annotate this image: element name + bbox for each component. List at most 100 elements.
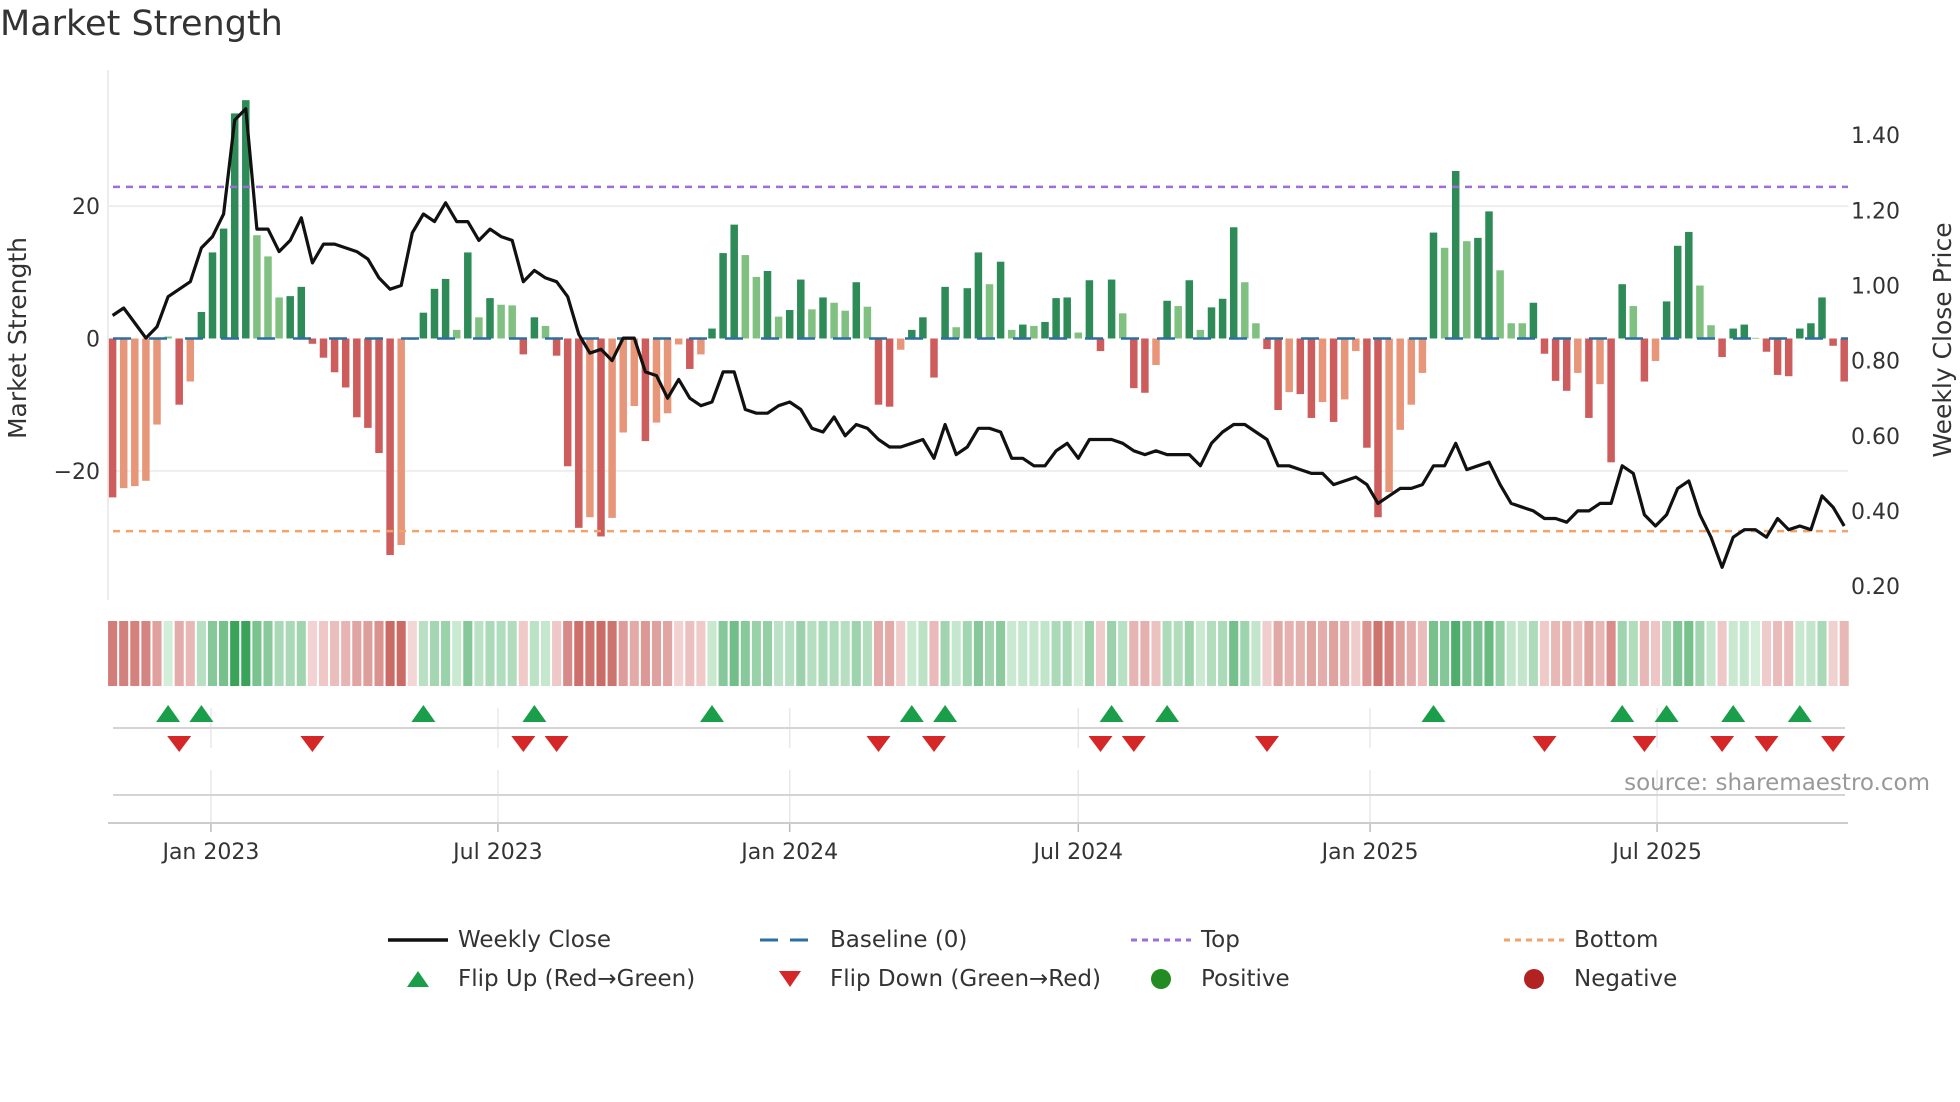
- flip-up-marker: [189, 705, 214, 722]
- strength-bar-positive: [208, 252, 217, 339]
- heat-cell: [1595, 621, 1605, 686]
- heat-cell: [1184, 621, 1194, 686]
- y-right-tick-label: 1.20: [1851, 199, 1900, 224]
- heat-cell: [330, 621, 340, 686]
- strength-bar-negative: [519, 338, 528, 355]
- strength-bar-positive: [1685, 231, 1693, 339]
- flip-down-marker: [511, 736, 536, 752]
- strength-bar-positive: [1118, 313, 1127, 339]
- strength-bar-negative: [1418, 338, 1427, 373]
- strength-bar-negative: [1784, 338, 1793, 377]
- legend-baseline: Baseline (0): [760, 925, 967, 955]
- heat-cell: [1173, 621, 1183, 686]
- x-tick-label: Jan 2023: [160, 840, 259, 865]
- flip-down-marker: [1121, 736, 1146, 752]
- strength-bar-positive: [1673, 245, 1682, 339]
- heat-cell: [1839, 621, 1849, 686]
- strength-bar-negative: [319, 338, 328, 358]
- heat-cell: [363, 621, 373, 686]
- heat-cell: [552, 621, 562, 686]
- y-tick-label: −20: [54, 460, 100, 485]
- heat-cell: [1029, 621, 1039, 686]
- heat-cell: [762, 621, 773, 686]
- strength-bar-positive: [452, 329, 461, 339]
- heat-cell: [1295, 621, 1305, 686]
- strength-bar-positive: [430, 288, 439, 339]
- strength-bar-positive: [741, 255, 750, 339]
- strength-bar-negative: [1130, 338, 1138, 389]
- heat-cell: [285, 621, 295, 686]
- heat-cell: [585, 621, 595, 686]
- strength-bar-positive: [441, 278, 450, 339]
- x-tick-label: Jan 2025: [1320, 840, 1419, 865]
- legend-flip-down: Flip Down (Green→Red): [760, 964, 1101, 994]
- heat-cell: [540, 621, 551, 686]
- heat-cell: [1628, 621, 1638, 686]
- heat-cell: [1140, 621, 1150, 686]
- legend-top: Top: [1131, 925, 1240, 955]
- strength-bar-negative: [1596, 338, 1604, 385]
- strength-bar-positive: [708, 328, 716, 339]
- strength-bar-negative: [1374, 338, 1382, 518]
- legend-label: Flip Up (Red→Green): [458, 966, 696, 992]
- strength-bar-positive: [1440, 247, 1449, 339]
- strength-bar-positive: [752, 276, 761, 339]
- strength-bar-positive: [1107, 279, 1116, 339]
- heat-cell: [252, 621, 262, 686]
- heat-cell: [1662, 621, 1672, 686]
- heat-cell: [1795, 621, 1805, 686]
- strength-bar-negative: [1385, 338, 1393, 493]
- strength-bar-negative: [597, 338, 605, 537]
- heat-cell: [1262, 621, 1272, 686]
- strength-bar-negative: [1329, 338, 1338, 422]
- strength-bar-positive: [197, 312, 206, 339]
- strength-bar-negative: [1773, 338, 1782, 375]
- strength-bar-negative: [885, 338, 894, 407]
- strength-bar-positive: [1618, 284, 1626, 339]
- strength-bar-negative: [697, 338, 705, 355]
- heat-cell: [1417, 621, 1427, 686]
- strength-bar-negative: [1307, 338, 1316, 418]
- heat-cell: [529, 621, 539, 686]
- flip-up-marker: [1654, 705, 1679, 722]
- heat-cell: [1195, 621, 1205, 686]
- heat-cell: [596, 621, 606, 686]
- strength-bar-negative: [641, 338, 650, 442]
- strength-bar-positive: [952, 327, 960, 339]
- heat-cell: [1329, 621, 1339, 686]
- strength-bar-positive: [1796, 328, 1804, 339]
- heat-cell: [1717, 621, 1727, 686]
- heat-cell: [1484, 621, 1494, 686]
- heat-cell: [896, 621, 906, 686]
- strength-bar-negative: [375, 338, 383, 454]
- strength-bar-negative: [386, 338, 394, 555]
- strength-bar-negative: [186, 338, 195, 382]
- strength-bar-positive: [464, 252, 472, 339]
- heat-cell: [174, 621, 184, 686]
- heat-cell: [119, 621, 129, 686]
- heat-cell: [518, 621, 528, 686]
- circle-red-icon: [1504, 964, 1564, 994]
- strength-bar-positive: [530, 317, 539, 339]
- strength-bar-negative: [1363, 338, 1371, 448]
- heat-cell: [1129, 621, 1139, 686]
- heat-cell: [1340, 621, 1350, 686]
- heat-cell: [463, 621, 473, 686]
- strength-bar-negative: [1574, 338, 1582, 373]
- strength-bar-positive: [1241, 282, 1249, 339]
- strength-bar-positive: [275, 297, 283, 339]
- dashed-line-icon: [760, 925, 820, 955]
- source-annotation: source: sharemaestro.com: [1624, 770, 1930, 796]
- legend-bottom: Bottom: [1504, 925, 1658, 955]
- y-right-tick-label: 1.40: [1851, 124, 1900, 149]
- strength-bar-negative: [353, 338, 361, 418]
- strength-bar-positive: [974, 252, 983, 339]
- strength-bar-positive: [1662, 301, 1671, 339]
- heat-cell: [341, 621, 351, 686]
- strength-bar-negative: [874, 338, 883, 405]
- heat-cell: [618, 621, 628, 686]
- strength-bar-positive: [264, 256, 272, 339]
- strength-bar-positive: [253, 235, 261, 339]
- heat-cell: [274, 621, 284, 686]
- flip-down-marker: [544, 736, 569, 752]
